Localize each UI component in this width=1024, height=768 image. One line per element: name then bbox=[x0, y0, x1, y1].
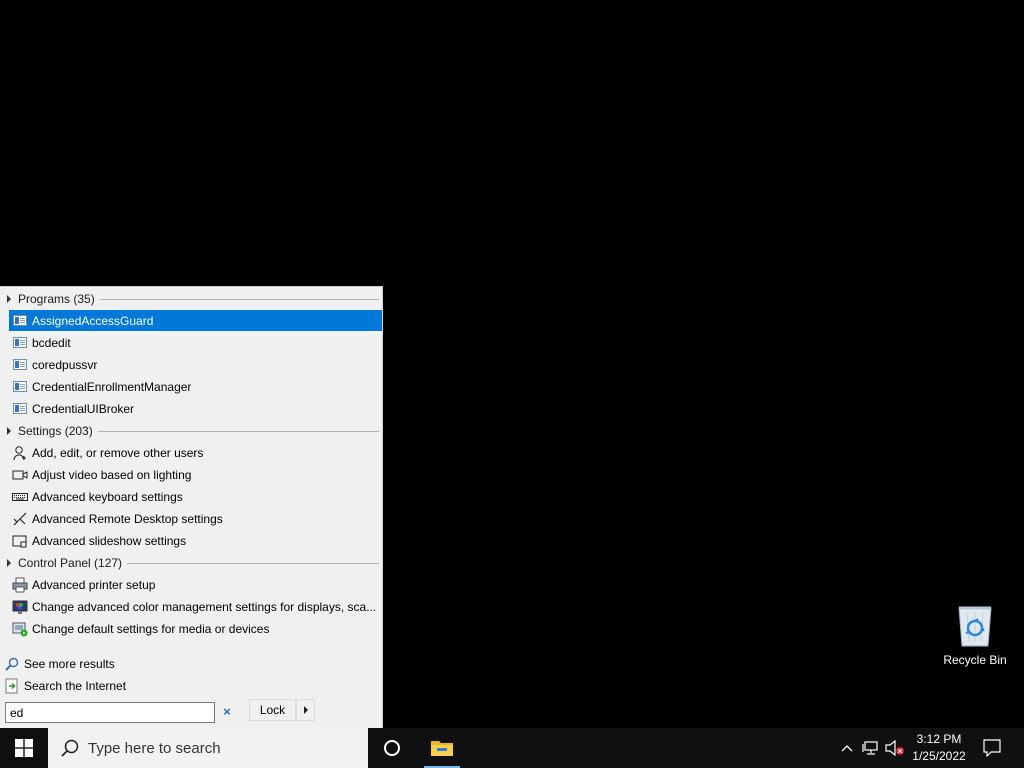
settings-item-keyboard[interactable]: Advanced keyboard settings bbox=[9, 486, 382, 507]
keyboard-icon bbox=[12, 489, 28, 505]
cortana-button[interactable] bbox=[368, 728, 416, 768]
result-label: coredpussvr bbox=[32, 357, 98, 372]
color-management-icon bbox=[12, 599, 28, 615]
app-window-icon bbox=[12, 401, 28, 417]
result-label: Adjust video based on lighting bbox=[32, 467, 192, 482]
clock-date: 1/25/2022 bbox=[912, 749, 966, 763]
program-item-bcdedit[interactable]: bcdedit bbox=[9, 332, 382, 353]
result-label: Add, edit, or remove other users bbox=[32, 445, 204, 460]
group-label: Control Panel (127) bbox=[18, 556, 123, 570]
group-label: Programs (35) bbox=[18, 292, 95, 306]
program-item-credentialuibroker[interactable]: CredentialUIBroker bbox=[9, 398, 382, 419]
result-label: Advanced Remote Desktop settings bbox=[32, 511, 223, 526]
see-more-label: See more results bbox=[24, 657, 115, 671]
result-label: Change default settings for media or dev… bbox=[32, 621, 270, 636]
control-panel-item-color-management[interactable]: Change advanced color management setting… bbox=[9, 596, 382, 617]
lock-button[interactable]: Lock bbox=[249, 699, 296, 721]
volume-tray-button[interactable] bbox=[884, 728, 906, 768]
recycle-bin-shortcut[interactable]: Recycle Bin bbox=[940, 600, 1010, 670]
settings-item-remote-desktop[interactable]: Advanced Remote Desktop settings bbox=[9, 508, 382, 529]
start-menu: Programs (35) AssignedAccessGuard bcdedi… bbox=[0, 286, 383, 728]
file-explorer-taskbar-button[interactable] bbox=[420, 728, 464, 768]
expand-arrow-icon bbox=[7, 427, 11, 435]
recycle-bin-icon bbox=[958, 606, 992, 647]
app-window-icon bbox=[12, 379, 28, 395]
chevron-up-icon bbox=[841, 745, 853, 752]
recycle-bin-label: Recycle Bin bbox=[943, 653, 1007, 667]
result-label: Advanced keyboard settings bbox=[32, 489, 183, 504]
folder-icon bbox=[431, 741, 453, 756]
group-divider bbox=[99, 298, 379, 300]
slideshow-icon bbox=[12, 533, 28, 549]
action-center-button[interactable] bbox=[978, 728, 1006, 768]
clear-search-button[interactable]: × bbox=[219, 703, 235, 721]
taskbar-search-box[interactable]: Type here to search bbox=[48, 728, 368, 768]
search-icon bbox=[61, 739, 79, 757]
search-internet-label: Search the Internet bbox=[24, 679, 127, 693]
result-label: CredentialUIBroker bbox=[32, 401, 135, 416]
remote-desktop-icon bbox=[12, 511, 28, 527]
system-clock[interactable]: 3:12 PM 1/25/2022 bbox=[906, 728, 972, 768]
settings-group-header[interactable]: Settings (203) bbox=[0, 421, 383, 441]
result-label: bcdedit bbox=[32, 335, 71, 350]
clock-time: 3:12 PM bbox=[916, 732, 962, 746]
web-search-icon bbox=[4, 678, 20, 694]
power-options-button[interactable] bbox=[296, 699, 315, 721]
start-search-input[interactable] bbox=[5, 702, 215, 723]
chevron-right-icon bbox=[303, 706, 308, 714]
program-item-credentialenrollmentmanager[interactable]: CredentialEnrollmentManager bbox=[9, 376, 382, 397]
result-label: Advanced printer setup bbox=[32, 577, 156, 592]
programs-group-header[interactable]: Programs (35) bbox=[0, 289, 383, 309]
show-hidden-icons-button[interactable] bbox=[838, 728, 856, 768]
control-panel-item-autoplay[interactable]: Change default settings for media or dev… bbox=[9, 618, 382, 639]
notification-icon bbox=[983, 739, 1001, 757]
result-label: CredentialEnrollmentManager bbox=[32, 379, 192, 394]
settings-item-video-lighting[interactable]: Adjust video based on lighting bbox=[9, 464, 382, 485]
start-button[interactable] bbox=[0, 728, 48, 768]
control-panel-group-header[interactable]: Control Panel (127) bbox=[0, 553, 383, 573]
autoplay-icon bbox=[12, 621, 28, 637]
network-tray-button[interactable] bbox=[860, 728, 882, 768]
group-divider bbox=[97, 430, 379, 432]
app-window-icon bbox=[12, 357, 28, 373]
printer-icon bbox=[12, 577, 28, 593]
settings-item-slideshow[interactable]: Advanced slideshow settings bbox=[9, 530, 382, 551]
result-label: AssignedAccessGuard bbox=[32, 313, 154, 328]
windows-logo-icon bbox=[15, 739, 33, 757]
video-icon bbox=[12, 467, 28, 483]
expand-arrow-icon bbox=[7, 559, 11, 567]
app-window-icon bbox=[12, 335, 28, 351]
program-item-coredpussvr[interactable]: coredpussvr bbox=[9, 354, 382, 375]
settings-item-users[interactable]: Add, edit, or remove other users bbox=[9, 442, 382, 463]
app-window-icon bbox=[12, 313, 28, 329]
expand-arrow-icon bbox=[7, 295, 11, 303]
result-label: Advanced slideshow settings bbox=[32, 533, 187, 548]
cortana-circle-icon bbox=[384, 740, 400, 756]
taskbar-search-placeholder: Type here to search bbox=[88, 739, 221, 757]
magnifier-icon bbox=[4, 656, 20, 672]
group-label: Settings (203) bbox=[18, 424, 93, 438]
result-label: Change advanced color management setting… bbox=[32, 599, 377, 614]
control-panel-item-printer[interactable]: Advanced printer setup bbox=[9, 574, 382, 595]
program-item-assignedaccessguard[interactable]: AssignedAccessGuard bbox=[9, 310, 382, 331]
group-divider bbox=[127, 562, 379, 564]
volume-muted-icon bbox=[885, 740, 904, 756]
see-more-results-link[interactable]: See more results bbox=[4, 654, 115, 674]
network-icon bbox=[862, 741, 878, 755]
search-internet-link[interactable]: Search the Internet bbox=[4, 676, 126, 696]
user-add-icon bbox=[12, 445, 28, 461]
lock-label: Lock bbox=[259, 703, 286, 717]
taskbar: Type here to search 3:12 PM 1/25/2022 bbox=[0, 728, 1024, 768]
